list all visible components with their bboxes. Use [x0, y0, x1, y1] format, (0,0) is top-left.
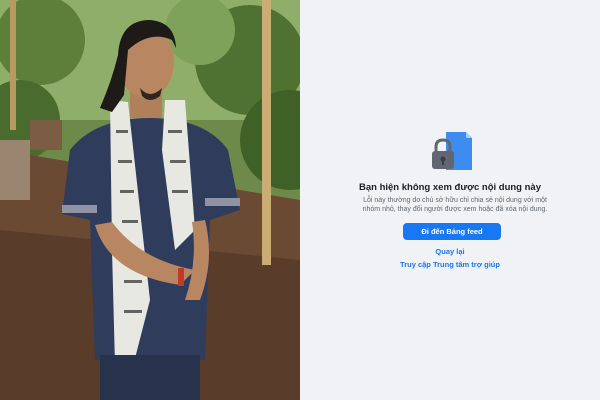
- lock-icon: [432, 132, 472, 170]
- unavailable-description: Lỗi này thường do chủ sở hữu chỉ chia sẻ…: [362, 197, 548, 213]
- screen: Bạn hiện không xem được nội dung này Lỗi…: [0, 0, 600, 400]
- go-back-link[interactable]: Quay lại: [300, 247, 600, 256]
- content-unavailable-panel: Bạn hiện không xem được nội dung này Lỗi…: [300, 0, 600, 400]
- help-center-link[interactable]: Truy cập Trung tâm trợ giúp: [300, 260, 600, 269]
- unavailable-heading: Bạn hiện không xem được nội dung này: [358, 182, 541, 193]
- go-to-feed-button[interactable]: Đi đến Bảng feed: [403, 223, 501, 240]
- person-photo: [0, 0, 300, 400]
